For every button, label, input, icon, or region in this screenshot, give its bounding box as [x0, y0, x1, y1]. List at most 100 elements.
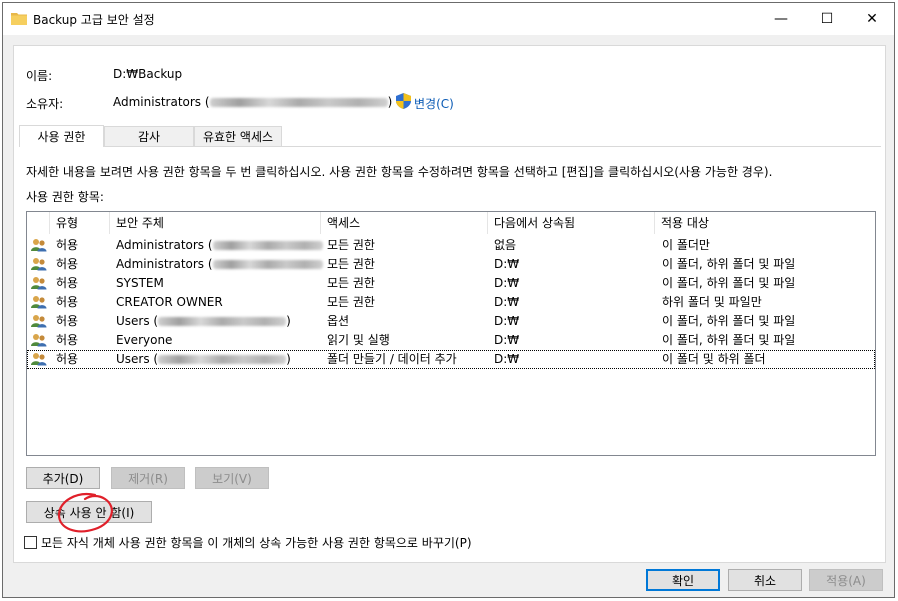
cell-inherited: D:₩	[494, 333, 520, 347]
cell-principal: Administrators (	[116, 236, 323, 255]
cell-principal: Everyone	[116, 333, 173, 347]
column-header-applies[interactable]: 적용 대상	[655, 212, 875, 234]
security-settings-window: Backup 고급 보안 설정 — ☐ ✕ 이름: D:₩Backup 소유자:…	[2, 2, 895, 598]
minimize-icon: —	[774, 11, 788, 27]
window-title: Backup 고급 보안 설정	[33, 13, 155, 27]
tab-label: 사용 권한	[37, 130, 86, 144]
cell-principal: CREATOR OWNER	[116, 295, 223, 309]
cell-type: 허용	[56, 238, 79, 252]
cell-access: 모든 권한	[327, 257, 375, 271]
minimize-button[interactable]: —	[758, 3, 804, 35]
cell-access: 모든 권한	[327, 238, 375, 252]
redacted-text	[158, 317, 287, 326]
replace-child-permissions-checkbox[interactable]	[24, 536, 37, 549]
tab-divider	[19, 146, 881, 147]
close-icon: ✕	[866, 11, 878, 27]
remove-button[interactable]: 제거(R)	[111, 467, 185, 489]
title-bar[interactable]: Backup 고급 보안 설정 — ☐ ✕	[3, 3, 894, 35]
cell-principal: Users ()	[116, 350, 291, 369]
user-group-icon	[31, 334, 47, 347]
user-group-icon	[31, 258, 47, 271]
owner-suffix: )	[387, 95, 393, 109]
cell-inherited: D:₩	[494, 257, 520, 271]
user-group-icon	[31, 239, 47, 252]
cell-inherited: 없음	[494, 238, 517, 252]
cell-type: 허용	[56, 352, 79, 366]
cell-applies: 이 폴더, 하위 폴더 및 파일	[662, 314, 796, 328]
tab-label: 유효한 액세스	[202, 130, 274, 144]
table-row[interactable]: 허용 Users () 옵션 D:₩ 이 폴더, 하위 폴더 및 파일	[27, 312, 875, 331]
cell-access: 모든 권한	[327, 276, 375, 290]
redacted-text	[212, 260, 323, 269]
cancel-button[interactable]: 취소	[728, 569, 802, 591]
ok-button[interactable]: 확인	[646, 569, 720, 591]
user-group-icon	[31, 315, 47, 328]
table-row[interactable]: 허용 Administrators ( 모든 권한 없음 이 폴더만	[27, 236, 875, 255]
redacted-text	[209, 98, 388, 107]
cell-inherited: D:₩	[494, 314, 520, 328]
owner-label: 소유자:	[26, 97, 64, 111]
owner-name: Administrators (	[113, 95, 210, 109]
cell-principal: Users ()	[116, 312, 291, 331]
cell-principal: SYSTEM	[116, 276, 164, 290]
cell-applies: 이 폴더, 하위 폴더 및 파일	[662, 333, 796, 347]
name-value: D:₩Backup	[113, 67, 183, 81]
permission-entries-label: 사용 권한 항목:	[26, 190, 104, 204]
column-header-icon	[27, 212, 50, 234]
tab-label: 감사	[137, 130, 161, 144]
principal-name: Administrators (	[116, 257, 213, 271]
column-header-type[interactable]: 유형	[50, 212, 110, 234]
principal-close: )	[286, 314, 291, 328]
cell-type: 허용	[56, 276, 79, 290]
apply-button[interactable]: 적용(A)	[809, 569, 883, 591]
cell-type: 허용	[56, 314, 79, 328]
user-group-icon	[31, 277, 47, 290]
cell-inherited: D:₩	[494, 352, 520, 366]
table-row[interactable]: 허용 SYSTEM 모든 권한 D:₩ 이 폴더, 하위 폴더 및 파일	[27, 274, 875, 293]
table-row[interactable]: 허용 CREATOR OWNER 모든 권한 D:₩ 하위 폴더 및 파일만	[27, 293, 875, 312]
permission-entries-list[interactable]: 유형 보안 주체 액세스 다음에서 상속됨 적용 대상 허용 Administr…	[26, 211, 876, 456]
tab-auditing[interactable]: 감사	[104, 126, 194, 146]
cell-access: 모든 권한	[327, 295, 375, 309]
principal-name: Users (	[116, 314, 159, 328]
add-button[interactable]: 추가(D)	[26, 467, 100, 489]
table-row-selected[interactable]: 허용 Users () 폴더 만들기 / 데이터 추가 D:₩ 이 폴더 및 하…	[27, 350, 875, 369]
list-header: 유형 보안 주체 액세스 다음에서 상속됨 적용 대상	[27, 212, 875, 234]
user-group-icon	[31, 353, 47, 366]
cell-type: 허용	[56, 295, 79, 309]
column-header-principal[interactable]: 보안 주체	[110, 212, 321, 234]
owner-value: Administrators ()	[113, 95, 392, 109]
cell-access: 읽기 및 실행	[327, 333, 390, 347]
instructions-text: 자세한 내용을 보려면 사용 권한 항목을 두 번 클릭하십시오. 사용 권한 …	[26, 165, 773, 179]
principal-close: )	[286, 352, 291, 366]
disable-inheritance-button[interactable]: 상속 사용 안 함(I)	[26, 501, 152, 523]
tab-effective-access[interactable]: 유효한 액세스	[194, 126, 282, 146]
table-row[interactable]: 허용 Administrators ( 모든 권한 D:₩ 이 폴더, 하위 폴…	[27, 255, 875, 274]
column-header-inherited[interactable]: 다음에서 상속됨	[488, 212, 655, 234]
table-row[interactable]: 허용 Everyone 읽기 및 실행 D:₩ 이 폴더, 하위 폴더 및 파일	[27, 331, 875, 350]
tab-permissions[interactable]: 사용 권한	[19, 125, 104, 147]
change-owner-link[interactable]: 변경(C)	[414, 95, 454, 112]
cell-applies: 이 폴더, 하위 폴더 및 파일	[662, 276, 796, 290]
view-button[interactable]: 보기(V)	[195, 467, 269, 489]
cell-access: 폴더 만들기 / 데이터 추가	[327, 352, 457, 366]
maximize-button[interactable]: ☐	[804, 3, 850, 35]
user-group-icon	[31, 296, 47, 309]
cell-applies: 하위 폴더 및 파일만	[662, 295, 762, 309]
uac-shield-icon	[396, 93, 411, 109]
close-button[interactable]: ✕	[849, 3, 895, 35]
cell-applies: 이 폴더만	[662, 238, 710, 252]
maximize-icon: ☐	[820, 11, 834, 27]
replace-child-permissions-label: 모든 자식 개체 사용 권한 항목을 이 개체의 상속 가능한 사용 권한 항목…	[41, 536, 472, 550]
redacted-text	[158, 355, 287, 364]
content-panel: 이름: D:₩Backup 소유자: Administrators () 변경(…	[13, 45, 886, 563]
principal-name: Users (	[116, 352, 159, 366]
cell-inherited: D:₩	[494, 295, 520, 309]
cell-access: 옵션	[327, 314, 350, 328]
redacted-text	[212, 241, 323, 250]
column-header-access[interactable]: 액세스	[321, 212, 488, 234]
cell-applies: 이 폴더, 하위 폴더 및 파일	[662, 257, 796, 271]
cell-principal: Administrators (	[116, 255, 323, 274]
name-label: 이름:	[26, 69, 53, 83]
cell-type: 허용	[56, 257, 79, 271]
